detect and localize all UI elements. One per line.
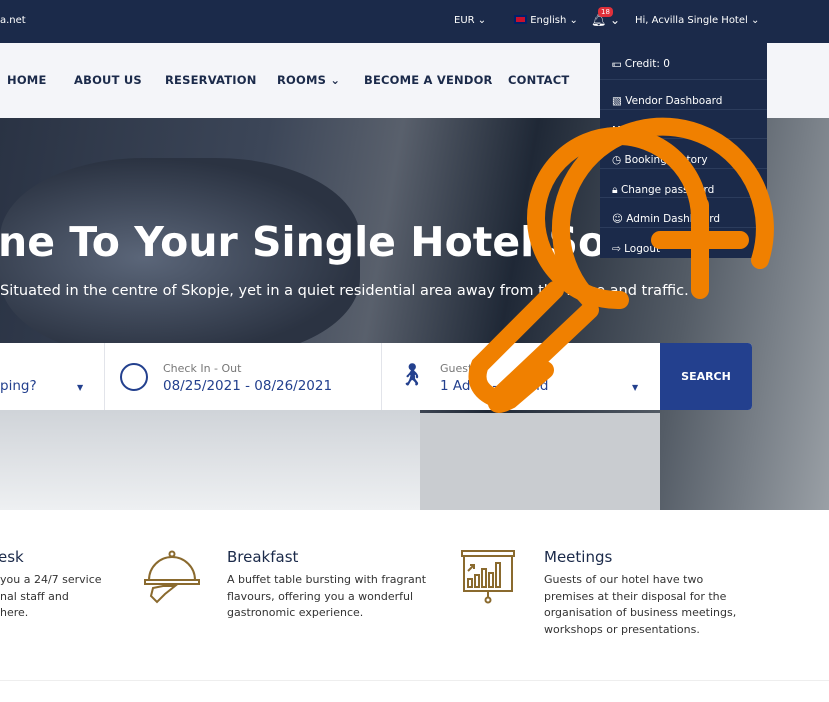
user-label: Hi, Acvilla Single Hotel xyxy=(635,15,748,26)
search-bar: ping? ▼ Check In - Out 08/25/2021 - 08/2… xyxy=(0,343,752,410)
clock-icon xyxy=(120,363,148,391)
menu-item-profile[interactable]: My profile xyxy=(600,110,767,139)
destination-value: ping? xyxy=(0,378,37,394)
checkin-label: Check In - Out xyxy=(163,362,242,375)
date-range-field[interactable]: Check In - Out 08/25/2021 - 08/26/2021 xyxy=(105,343,382,410)
top-bar: a.net EUR ⌄ English ⌄ 🔔︎ ⌄ 18 Hi, Acvill… xyxy=(0,0,829,43)
menu-item-change-password[interactable]: 🔒︎ Change password xyxy=(600,169,767,198)
hero-title: ne To Your Single Hotel Soft xyxy=(0,218,644,266)
hero-nightstand xyxy=(420,413,660,510)
nav-reservation[interactable]: RESERVATION xyxy=(165,73,257,87)
destination-field[interactable]: ping? ▼ xyxy=(0,343,105,410)
nav-home[interactable]: HOME xyxy=(7,73,47,87)
menu-item-credit[interactable]: 💵︎ Credit: 0 xyxy=(600,43,767,80)
language-select[interactable]: English ⌄ xyxy=(514,15,578,26)
nav-rooms[interactable]: ROOMS ⌄ xyxy=(277,73,340,87)
menu-item-admin-dashboard[interactable]: ☺ Admin Dashboard xyxy=(600,198,767,228)
caret-down-icon: ▼ xyxy=(77,383,84,392)
feature-title: Breakfast xyxy=(227,548,299,566)
nav-rooms-label: ROOMS xyxy=(277,73,327,87)
cloche-icon xyxy=(144,550,200,604)
nav-vendor[interactable]: BECOME A VENDOR xyxy=(364,73,493,87)
currency-select[interactable]: EUR ⌄ xyxy=(454,15,486,26)
user-dropdown-menu: 💵︎ Credit: 0 ▧ Vendor Dashboard My profi… xyxy=(600,43,767,258)
search-button[interactable]: SEARCH xyxy=(660,343,752,410)
caret-down-icon: ▼ xyxy=(632,383,639,392)
feature-text: you a 24/7 service nal staff and here. xyxy=(0,573,102,619)
divider xyxy=(0,680,829,681)
menu-item-vendor-dashboard[interactable]: ▧ Vendor Dashboard xyxy=(600,80,767,110)
guests-label: Guests xyxy=(440,362,479,375)
notification-badge: 18 xyxy=(598,7,613,17)
language-label: English xyxy=(530,15,567,26)
brand[interactable]: a.net xyxy=(0,15,26,26)
feature-text: Guests of our hotel have two premises at … xyxy=(544,573,737,636)
guests-field[interactable]: 🚶︎ Guests 1 Adult - 0 Child ▼ xyxy=(382,343,660,410)
feature-text: A buffet table bursting with fragrant fla… xyxy=(227,573,427,619)
nav-contact[interactable]: CONTACT xyxy=(508,73,569,87)
guests-value: 1 Adult - 0 Child xyxy=(440,378,549,394)
feature-title: Meetings xyxy=(544,548,613,566)
hero-subtitle: Situated in the centre of Skopje, yet in… xyxy=(0,283,689,299)
traveler-icon: 🚶︎ xyxy=(398,363,426,388)
user-menu-toggle[interactable]: Hi, Acvilla Single Hotel ⌄ xyxy=(635,15,759,26)
presentation-chart-icon xyxy=(461,550,515,604)
checkin-value: 08/25/2021 - 08/26/2021 xyxy=(163,378,333,394)
feature-title: esk xyxy=(0,548,24,566)
hero-bed xyxy=(0,408,420,510)
currency-label: EUR xyxy=(454,15,475,26)
uk-flag-icon xyxy=(514,15,527,24)
menu-item-booking-history[interactable]: ◷ Booking History xyxy=(600,139,767,169)
menu-item-logout[interactable]: ⇨ Logout xyxy=(600,228,767,258)
nav-about[interactable]: ABOUT US xyxy=(74,73,142,87)
